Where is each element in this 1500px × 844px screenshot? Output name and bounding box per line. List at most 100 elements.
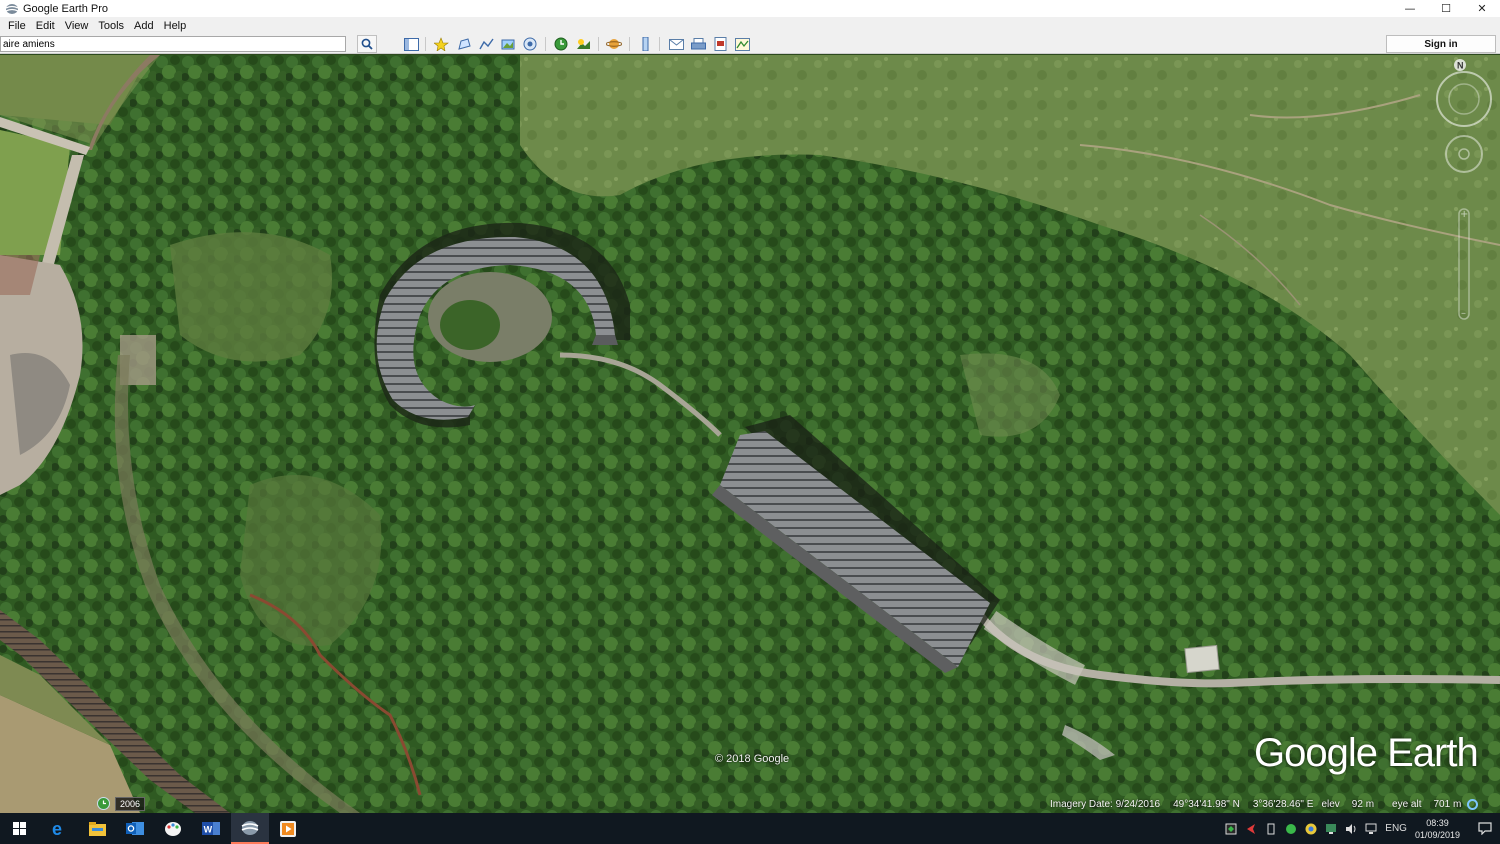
- svg-text:W: W: [204, 825, 213, 835]
- sign-in-button[interactable]: Sign in: [1386, 35, 1496, 53]
- view-in-google-maps-button[interactable]: [733, 36, 751, 52]
- input-language[interactable]: ENG: [1385, 823, 1407, 834]
- clock-date: 01/09/2019: [1414, 829, 1460, 840]
- menu-file[interactable]: File: [3, 20, 31, 32]
- menu-tools[interactable]: Tools: [93, 20, 129, 32]
- latitude: 49°34'41.98" N: [1173, 798, 1240, 810]
- google-earth-logo: Google Earth: [1254, 731, 1479, 775]
- toolbar-separator: [545, 37, 546, 51]
- add-path-button[interactable]: [477, 36, 495, 52]
- menu-view[interactable]: View: [60, 20, 94, 32]
- elevation-value: 92 m: [1351, 798, 1375, 810]
- path-icon: [478, 38, 494, 50]
- shield-icon[interactable]: [1223, 822, 1239, 836]
- sidebar-toggle-button[interactable]: [402, 36, 420, 52]
- eye-altitude-label: eye alt: [1392, 798, 1422, 810]
- polygon-icon: [457, 38, 471, 50]
- chrome-icon[interactable]: [1303, 822, 1319, 836]
- notification-icon: [1478, 822, 1492, 835]
- toolbar-separator: [425, 37, 426, 51]
- maximize-button[interactable]: ☐: [1428, 0, 1464, 17]
- network-icon[interactable]: [1363, 822, 1379, 836]
- toolbar-separator: [629, 37, 630, 51]
- clock-icon: [97, 797, 110, 810]
- media-player-icon: [280, 820, 296, 837]
- taskbar-file-explorer[interactable]: [78, 813, 116, 844]
- alert-icon[interactable]: [1243, 822, 1259, 836]
- svg-text:–: –: [1461, 308, 1466, 319]
- google-earth-icon: [241, 820, 259, 835]
- status-bar: Imagery Date: 9/24/2016 49°34'41.98" N 3…: [1050, 797, 1479, 811]
- ruler-icon: [642, 37, 648, 51]
- taskbar-outlook[interactable]: [116, 813, 154, 844]
- clock-time: 08:39: [1426, 817, 1449, 828]
- planets-icon: [606, 39, 622, 49]
- toolbar: Sign in: [0, 34, 1500, 54]
- ruler-button[interactable]: [636, 36, 654, 52]
- print-button[interactable]: [689, 36, 707, 52]
- usb-icon[interactable]: [1263, 822, 1279, 836]
- record-tour-button[interactable]: [521, 36, 539, 52]
- save-image-icon: [714, 37, 726, 51]
- planets-button[interactable]: [605, 36, 623, 52]
- view-in-maps-icon: [734, 37, 750, 51]
- close-button[interactable]: ✕: [1464, 0, 1500, 17]
- save-image-button[interactable]: [711, 36, 729, 52]
- eye-altitude-value: 701 m: [1433, 798, 1462, 810]
- chat-icon[interactable]: [1283, 822, 1299, 836]
- notification-center-button[interactable]: [1470, 813, 1500, 844]
- taskbar-edge[interactable]: e: [40, 813, 78, 844]
- elevation-label: elev: [1321, 798, 1340, 810]
- minimize-button[interactable]: —: [1392, 0, 1428, 17]
- imagery-date: Imagery Date: 9/24/2016: [1050, 798, 1161, 810]
- earth-map-view[interactable]: N + – © 2018 Google Google Earth 2006 Im…: [0, 55, 1500, 813]
- search-icon: [361, 38, 373, 50]
- placemark-icon: [433, 37, 449, 51]
- email-icon: [668, 39, 684, 50]
- taskbar-google-earth[interactable]: [231, 813, 269, 844]
- taskbar-word[interactable]: W: [192, 813, 230, 844]
- network-adapter-icon[interactable]: [1323, 822, 1339, 836]
- svg-text:+: +: [1460, 209, 1468, 220]
- menu-bar: File Edit View Tools Add Help: [0, 17, 1500, 34]
- taskbar-paint[interactable]: [154, 813, 192, 844]
- svg-text:e: e: [52, 820, 62, 837]
- windows-start-icon: [12, 822, 26, 835]
- menu-add[interactable]: Add: [129, 20, 159, 32]
- toolbar-separator: [598, 37, 599, 51]
- add-placemark-button[interactable]: [432, 36, 450, 52]
- menu-edit[interactable]: Edit: [31, 20, 60, 32]
- paint-icon: [165, 822, 181, 836]
- satellite-imagery: [0, 55, 1500, 813]
- word-icon: W: [202, 822, 220, 835]
- volume-icon[interactable]: [1343, 822, 1359, 836]
- navigation-controls[interactable]: N + –: [1434, 59, 1494, 329]
- streaming-progress-icon: [1467, 798, 1479, 810]
- sunlight-button[interactable]: [574, 36, 592, 52]
- add-polygon-button[interactable]: [455, 36, 473, 52]
- menu-help[interactable]: Help: [159, 20, 192, 32]
- google-earth-app-icon: [5, 3, 19, 14]
- taskbar-media-player[interactable]: [269, 813, 307, 844]
- historical-imagery-icon: [554, 37, 567, 51]
- compass-north-label: N: [1457, 61, 1464, 71]
- email-button[interactable]: [667, 36, 685, 52]
- window-title: Google Earth Pro: [23, 2, 108, 15]
- title-bar: Google Earth Pro — ☐ ✕: [0, 0, 1500, 17]
- clock[interactable]: 08:39 01/09/2019: [1415, 817, 1460, 841]
- search-button[interactable]: [357, 35, 377, 53]
- sun-icon: [576, 39, 590, 49]
- historical-imagery-button[interactable]: [552, 36, 570, 52]
- historical-imagery-indicator[interactable]: 2006: [97, 796, 146, 811]
- window-controls: — ☐ ✕: [1392, 0, 1500, 17]
- search-input[interactable]: [0, 36, 346, 52]
- image-overlay-icon: [501, 39, 514, 50]
- start-button[interactable]: [0, 813, 38, 844]
- print-icon: [690, 37, 706, 49]
- sidebar-toggle-icon: [403, 37, 419, 51]
- toolbar-separator: [659, 37, 660, 51]
- add-image-overlay-button[interactable]: [499, 36, 517, 52]
- historical-year: 2006: [115, 796, 146, 811]
- system-tray: ENG 08:39 01/09/2019: [1221, 813, 1500, 844]
- file-explorer-icon: [88, 821, 106, 836]
